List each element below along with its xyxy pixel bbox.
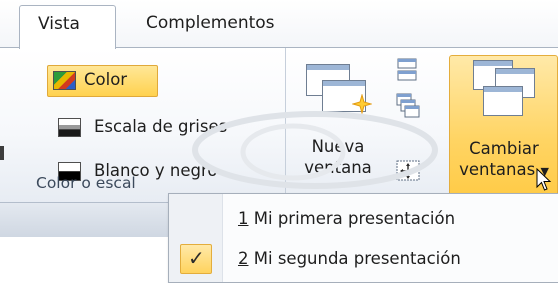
color-option-label: Color	[84, 70, 128, 89]
tab-vista[interactable]: Vista	[19, 5, 116, 49]
tab-vista-label: Vista	[38, 14, 80, 34]
check-highlight: ✓	[180, 244, 212, 274]
checkmark-icon: ✓	[188, 246, 205, 270]
tab-complementos[interactable]: Complementos	[146, 13, 275, 33]
switch-windows-icon	[473, 60, 537, 120]
arrange-all-icon	[397, 58, 417, 81]
arrange-all-button[interactable]	[396, 58, 418, 86]
menu-item-presentation-1[interactable]: 1 Mi primera presentación	[170, 200, 558, 238]
menu-item-presentation-2[interactable]: ✓ 2 Mi segunda presentación	[170, 240, 558, 278]
grayscale-swatch-icon	[58, 118, 81, 137]
color-option-button[interactable]: Color	[47, 65, 158, 97]
color-swatch-icon	[53, 71, 76, 90]
tab-complementos-label: Complementos	[146, 13, 275, 33]
ribbon-panel: Color Escala de grises Blanco y negro Co…	[0, 47, 558, 203]
truncated-control-icon	[0, 146, 4, 160]
color-group-label: Color o escal	[36, 174, 136, 192]
mouse-cursor-icon	[536, 168, 552, 191]
menu-item-label: 1 Mi primera presentación	[238, 209, 456, 228]
menu-item-label: 2 Mi segunda presentación	[238, 249, 461, 268]
ribbon-tab-bar: Vista Complementos	[0, 0, 558, 49]
watermark-logo	[192, 111, 438, 189]
switch-windows-menu: 1 Mi primera presentación ✓ 2 Mi segunda…	[168, 193, 558, 283]
